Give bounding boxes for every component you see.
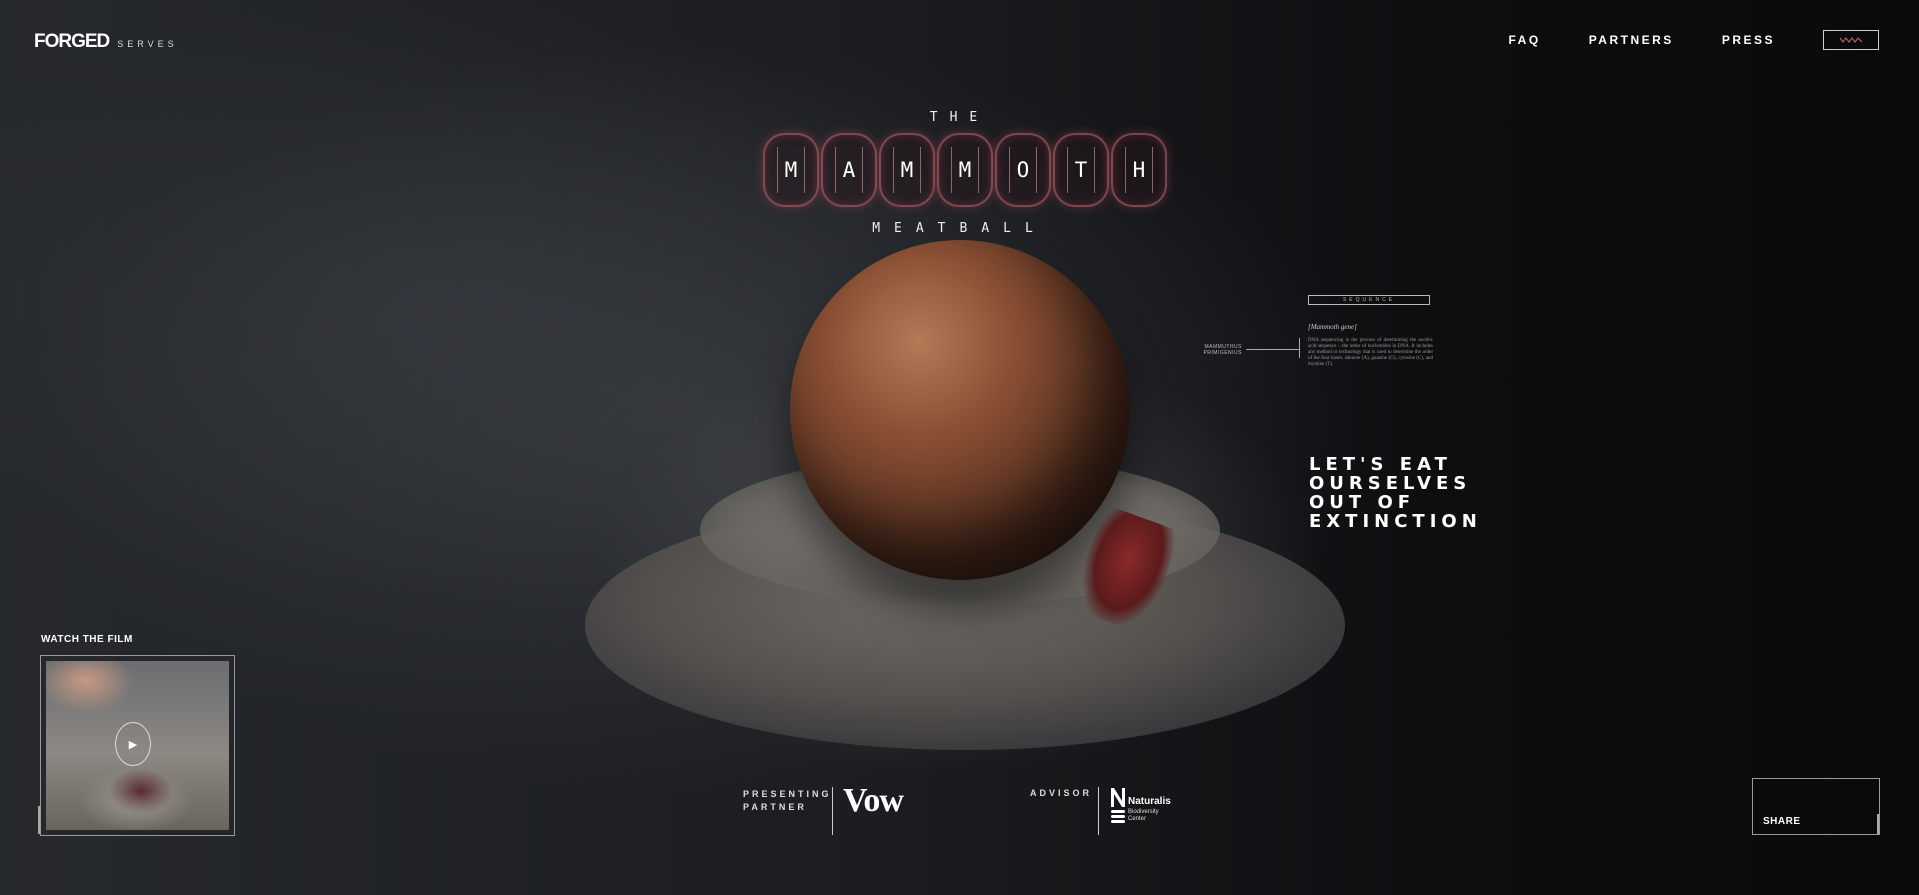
share-button[interactable]: SHARE	[1752, 778, 1880, 835]
title-letter-tile: O	[995, 133, 1051, 207]
slogan-line: OUT OF	[1309, 492, 1416, 513]
title-suffix: MEATBALL	[872, 221, 1047, 236]
film-frame-tick	[38, 806, 40, 834]
gene-species-label: MAMMUTHUS PRIMIGENIUS	[1203, 344, 1242, 356]
naturalis-name[interactable]: Naturalis	[1128, 796, 1171, 807]
title-letter: M	[958, 158, 972, 182]
title-letter-tile: T	[1053, 133, 1109, 207]
share-frame-tick	[1877, 814, 1879, 834]
partner-label-line: PARTNER	[743, 802, 807, 812]
title-letter: O	[1016, 158, 1030, 182]
slogan: LET'S EAT OURSELVES OUT OF EXTINCTION	[1309, 455, 1482, 531]
title-letter-tile: M	[937, 133, 993, 207]
slogan-line: OURSELVES	[1309, 473, 1472, 494]
menu-button[interactable]	[1823, 30, 1879, 50]
nav-press[interactable]: PRESS	[1722, 33, 1775, 47]
annotation-bar	[1299, 338, 1300, 358]
divider	[832, 787, 833, 835]
title-letter: H	[1132, 158, 1146, 182]
nav-faq[interactable]: FAQ	[1509, 33, 1541, 47]
title-letter-tile: M	[763, 133, 819, 207]
gene-title: [Mammoth gene]	[1308, 323, 1357, 331]
annotation-line	[1246, 349, 1300, 350]
brand-tagline: SERVES	[117, 39, 178, 49]
title-letter: M	[784, 158, 798, 182]
slogan-line: EXTINCTION	[1309, 511, 1482, 532]
title-letter-tile: M	[879, 133, 935, 207]
gene-description: DNA sequencing is the process of determi…	[1308, 338, 1433, 367]
sequence-label: SEQUENCE	[1308, 295, 1430, 305]
slogan-line: LET'S EAT	[1309, 454, 1452, 475]
title-prefix: THE	[929, 110, 990, 125]
divider	[1098, 787, 1099, 835]
brand-logo[interactable]: FORGED SERVES	[34, 31, 178, 53]
naturalis-sub-line: Biodiversity	[1128, 809, 1159, 815]
watch-film-label: WATCH THE FILM	[41, 634, 133, 645]
naturalis-sub-line: Center	[1128, 816, 1147, 822]
main-nav: FAQ PARTNERS PRESS	[1509, 30, 1879, 50]
naturalis-logo-icon[interactable]	[1110, 787, 1126, 823]
nav-partners[interactable]: PARTNERS	[1589, 33, 1674, 47]
title-letter: T	[1074, 158, 1088, 182]
play-icon[interactable]: ▶	[115, 722, 151, 766]
title-mammoth: M A M M O T H	[763, 133, 1167, 207]
advisor-label: ADVISOR	[1030, 788, 1093, 798]
wave-menu-icon	[1840, 37, 1862, 43]
vow-logo[interactable]: Vow	[843, 782, 904, 820]
share-label: SHARE	[1763, 816, 1801, 827]
presenting-label-line: PRESENTING	[743, 789, 832, 799]
brand-name: FORGED	[34, 31, 110, 52]
title-letter-tile: A	[821, 133, 877, 207]
title-letter: M	[900, 158, 914, 182]
naturalis-subtitle: Biodiversity Center	[1128, 809, 1188, 823]
meatball-image	[790, 240, 1130, 580]
presenting-partner-label: PRESENTING PARTNER	[743, 788, 832, 814]
title-letter-tile: H	[1111, 133, 1167, 207]
title-letter: A	[842, 158, 856, 182]
